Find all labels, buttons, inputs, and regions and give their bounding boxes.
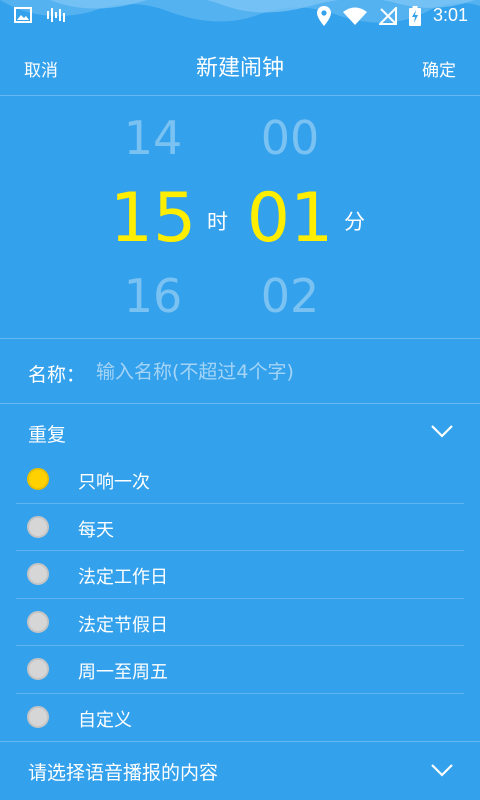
hour-next[interactable]: 16 [83,269,223,323]
hour-prev[interactable]: 14 [83,111,223,165]
time-picker: 14 15 16 时 00 01 02 分 [0,97,480,339]
confirm-button[interactable]: 确定 [422,56,456,81]
hour-selected[interactable]: 15 [83,179,223,258]
repeat-option-workdays[interactable]: 法定工作日 [16,551,464,599]
chevron-down-icon[interactable] [430,762,454,781]
option-label: 法定节假日 [78,614,168,636]
no-sim-icon [378,6,397,25]
repeat-option-once[interactable]: 只响一次 [16,456,464,504]
location-icon [316,5,331,26]
app-header: 取消 新建闹钟 确定 [0,34,480,96]
voice-wave-icon [46,6,68,24]
minute-unit-label: 分 [344,210,365,234]
repeat-option-daily[interactable]: 每天 [16,504,464,551]
radio-button[interactable] [27,515,49,538]
option-label: 法定工作日 [78,567,168,588]
option-label: 自定义 [78,709,132,731]
radio-button[interactable] [27,468,49,490]
repeat-option-weekdays[interactable]: 周一至周五 [16,646,464,694]
repeat-option-custom[interactable]: 自定义 [16,694,464,742]
page-title: 新建闹钟 [195,56,284,81]
minute-next[interactable]: 02 [220,269,360,323]
repeat-header[interactable]: 重复 [0,405,480,457]
option-label: 周一至周五 [78,662,168,683]
image-icon [14,7,32,23]
repeat-option-holidays[interactable]: 法定节假日 [16,599,464,646]
repeat-options: 只响一次 每天 法定工作日 法定节假日 周一至周五 自定义 [0,456,480,741]
battery-charging-icon [408,5,421,26]
radio-button[interactable] [27,658,49,680]
option-label: 每天 [78,519,114,541]
option-label: 只响一次 [78,472,150,493]
radio-button[interactable] [27,610,49,633]
status-time: 3:01 [432,5,468,25]
voice-content-selector[interactable]: 请选择语音播报的内容 [0,741,480,800]
name-label: 名称： [28,364,86,386]
name-row: 名称： [0,340,480,404]
wifi-icon [342,7,367,25]
minute-selected[interactable]: 01 [220,179,360,258]
radio-button[interactable] [27,563,49,585]
chevron-down-icon[interactable] [430,423,454,442]
repeat-label: 重复 [28,424,67,446]
status-bar: 3:01 [0,0,480,32]
name-input[interactable] [96,356,456,388]
radio-button[interactable] [27,705,49,728]
voice-content-label: 请选择语音播报的内容 [28,762,219,784]
minute-prev[interactable]: 00 [220,111,360,165]
